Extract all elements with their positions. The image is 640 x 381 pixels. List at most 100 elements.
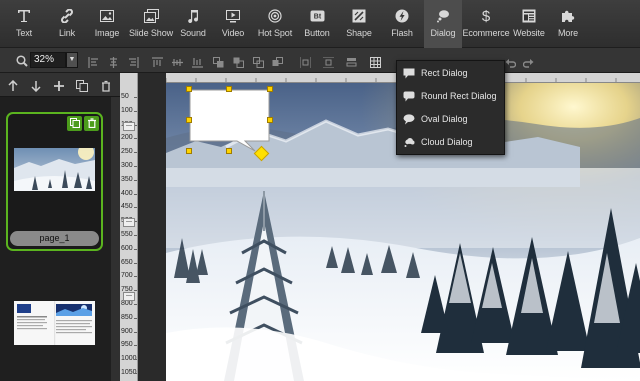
- dialog-icon: [435, 8, 451, 24]
- shape-icon: [351, 8, 367, 24]
- oval-dialog-icon: [403, 113, 415, 125]
- bring-forward-icon[interactable]: [253, 55, 264, 68]
- align-center-icon[interactable]: [108, 55, 119, 68]
- ruler-tick: [134, 235, 137, 236]
- resize-handle-left[interactable]: [186, 117, 192, 123]
- flash-tool-button[interactable]: Flash: [380, 0, 424, 48]
- resize-handle-top-right[interactable]: [267, 86, 273, 92]
- insert-toolbar: Text Link Image Slide Show Sound Video H…: [0, 0, 640, 48]
- hotspot-tool-button[interactable]: Hot Spot: [254, 0, 296, 48]
- menu-item-label: Rect Dialog: [421, 68, 468, 78]
- ruler-tick: [134, 97, 137, 98]
- menu-item-cloud-dialog[interactable]: Cloud Dialog: [397, 131, 506, 153]
- ruler-marker[interactable]: —: [123, 122, 135, 131]
- hotspot-tool-label: Hot Spot: [257, 28, 293, 38]
- button-tool-button[interactable]: Bt Button: [296, 0, 338, 48]
- pages-scrollbar[interactable]: [111, 97, 120, 381]
- ecommerce-tool-button[interactable]: $ Ecommerce: [462, 0, 510, 48]
- image-tool-label: Image: [94, 28, 120, 38]
- resize-handle-right[interactable]: [267, 117, 273, 123]
- ruler-tick: [134, 179, 137, 181]
- page-copy-button[interactable]: [67, 116, 82, 131]
- move-up-icon[interactable]: [7, 79, 19, 91]
- website-tool-button[interactable]: Website: [510, 0, 548, 48]
- page-delete-button[interactable]: [84, 116, 99, 131]
- video-tool-button[interactable]: Video: [212, 0, 254, 48]
- ruler-marker[interactable]: —: [123, 218, 135, 227]
- page-1-preview-image: [14, 148, 95, 191]
- more-tool-label: More: [557, 28, 579, 38]
- ruler-marker[interactable]: —: [123, 292, 135, 301]
- sound-tool-button[interactable]: Sound: [174, 0, 212, 48]
- image-icon: [99, 8, 115, 24]
- website-tool-label: Website: [513, 28, 545, 38]
- align-top-icon[interactable]: [152, 55, 163, 67]
- page-1-label: page_1: [10, 231, 99, 246]
- trash-icon: [87, 115, 97, 133]
- text-tool-label: Text: [15, 28, 33, 38]
- bring-front-icon[interactable]: [213, 55, 224, 68]
- zoom-icon: [16, 54, 28, 67]
- shape-tool-button[interactable]: Shape: [338, 0, 380, 48]
- copy-icon: [69, 115, 80, 133]
- flash-icon: [394, 8, 410, 24]
- resize-handle-bottom[interactable]: [226, 148, 232, 154]
- flipbook-editor: Text Link Image Slide Show Sound Video H…: [0, 0, 640, 381]
- link-icon: [59, 8, 75, 24]
- menu-item-round-rect-dialog[interactable]: Round Rect Dialog: [397, 85, 506, 107]
- website-icon: [521, 8, 537, 24]
- ruler-tick: [134, 152, 137, 154]
- video-icon: [225, 8, 241, 24]
- align-right-icon[interactable]: [128, 55, 139, 68]
- resize-handle-top[interactable]: [226, 86, 232, 92]
- ruler-tick: [134, 373, 137, 374]
- align-bottom-icon[interactable]: [192, 55, 203, 68]
- flash-tool-label: Flash: [391, 28, 413, 38]
- page-2-thumbnail[interactable]: [14, 301, 95, 345]
- align-left-icon[interactable]: [88, 55, 99, 68]
- distribute-vertical-icon[interactable]: [323, 55, 334, 69]
- image-tool-button[interactable]: Image: [86, 0, 128, 48]
- slideshow-tool-button[interactable]: Slide Show: [128, 0, 174, 48]
- ruler-tick: [134, 110, 137, 112]
- ruler-tick: [134, 359, 137, 361]
- text-tool-button[interactable]: Text: [0, 0, 48, 48]
- button-tool-label: Button: [304, 28, 330, 38]
- shape-tool-label: Shape: [346, 28, 372, 38]
- zoom-dropdown-button[interactable]: ▼: [66, 52, 78, 68]
- svg-text:$: $: [482, 8, 491, 24]
- puzzle-icon: [560, 8, 576, 24]
- menu-item-oval-dialog[interactable]: Oval Dialog: [397, 108, 506, 130]
- ruler-tick: [134, 138, 137, 140]
- menu-item-label: Oval Dialog: [421, 114, 468, 124]
- add-page-icon[interactable]: [53, 79, 65, 91]
- dialog-tool-button[interactable]: Dialog: [424, 0, 462, 48]
- distribute-horizontal-icon[interactable]: [299, 55, 312, 68]
- resize-handle-top-left[interactable]: [186, 86, 192, 92]
- delete-page-icon[interactable]: [100, 79, 112, 92]
- grid-icon[interactable]: [370, 55, 381, 68]
- round-rect-dialog-icon: [403, 91, 415, 102]
- ruler-tick: [134, 166, 137, 167]
- svg-text:Bt: Bt: [313, 14, 321, 21]
- menu-item-label: Cloud Dialog: [421, 137, 473, 147]
- redo-icon[interactable]: [522, 55, 534, 68]
- rect-dialog-shape[interactable]: [189, 89, 270, 152]
- text-icon: [16, 8, 32, 24]
- more-tool-button[interactable]: More: [548, 0, 588, 48]
- zoom-input[interactable]: 32%: [30, 52, 66, 68]
- button-icon: Bt: [309, 8, 325, 24]
- send-back-icon[interactable]: [233, 55, 244, 68]
- duplicate-page-icon[interactable]: [76, 79, 88, 92]
- align-middle-icon[interactable]: [172, 55, 183, 66]
- resize-handle-bottom-left[interactable]: [186, 148, 192, 154]
- menu-item-rect-dialog[interactable]: Rect Dialog: [397, 62, 506, 84]
- move-down-icon[interactable]: [30, 79, 42, 93]
- send-backward-icon[interactable]: [272, 55, 283, 66]
- ruler-tick: [134, 345, 137, 347]
- dialog-dropdown-menu: Rect Dialog Round Rect Dialog Oval Dialo…: [396, 60, 505, 155]
- same-width-icon[interactable]: [346, 55, 357, 67]
- vertical-ruler: 5010015020025030035040045050055060065070…: [120, 73, 138, 381]
- link-tool-button[interactable]: Link: [48, 0, 86, 48]
- undo-icon[interactable]: [505, 55, 517, 68]
